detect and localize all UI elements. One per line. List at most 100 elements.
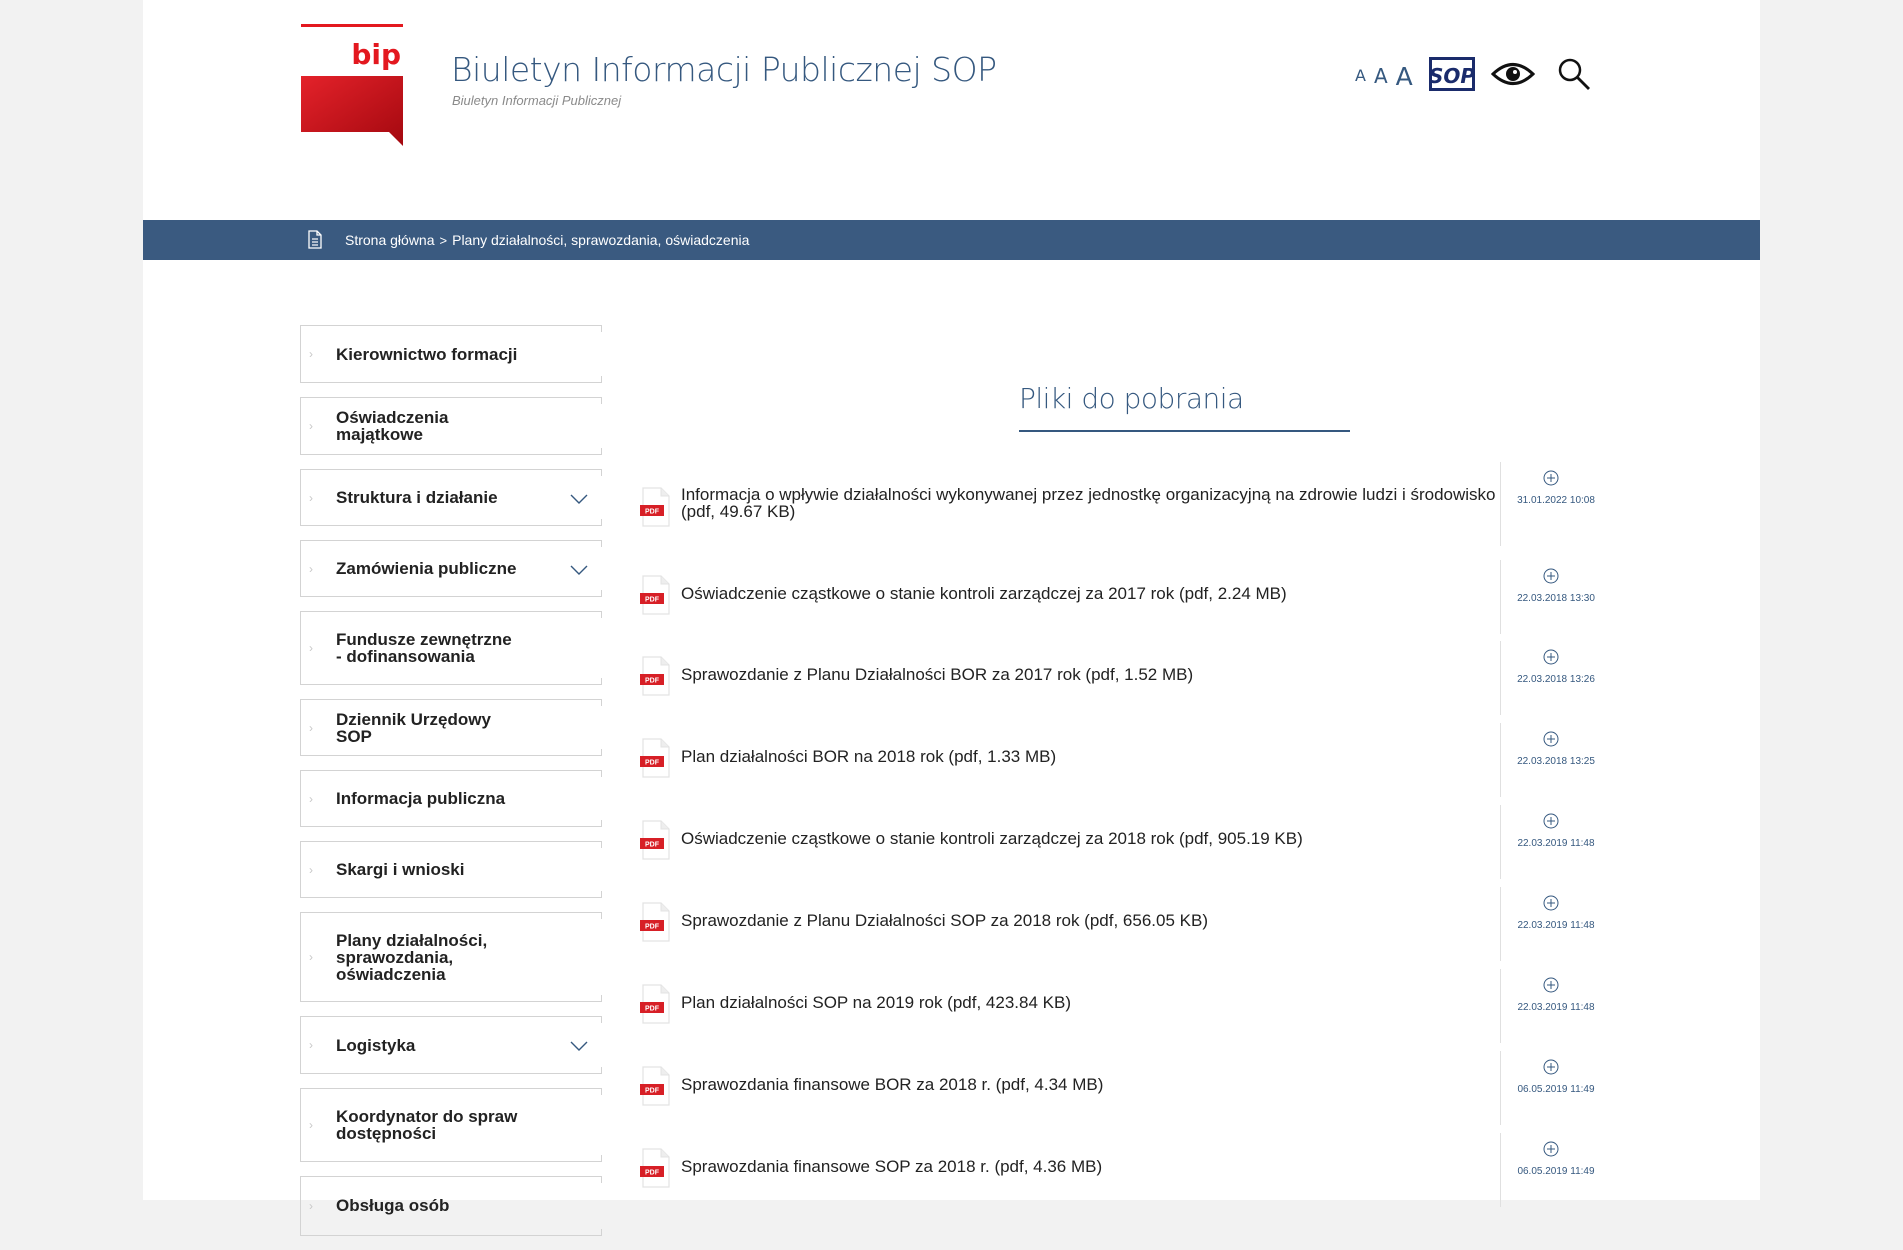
sidebar-item-informacja[interactable]: › Informacja publiczna — [300, 770, 602, 827]
chevron-right-icon: › — [309, 950, 313, 964]
sidebar-item-kierownictwo[interactable]: › Kierownictwo formacji — [300, 325, 602, 383]
pdf-file-icon[interactable]: PDF — [639, 1066, 671, 1111]
file-date: 22.03.2018 13:30 — [1517, 593, 1595, 604]
row-divider — [1500, 560, 1501, 634]
pdf-badge-text: PDF — [645, 924, 660, 931]
chevron-right-icon: › — [309, 490, 313, 505]
breadcrumb: Strona główna > Plany działalności, spra… — [345, 220, 749, 260]
expand-plus-icon[interactable] — [1543, 977, 1559, 998]
sidebar-item-dziennik[interactable]: › Dziennik Urzędowy SOP — [300, 699, 602, 756]
chevron-right-icon: › — [309, 561, 313, 576]
page: bip Biuletyn Informacji Publicznej SOP B… — [143, 0, 1760, 1236]
row-divider — [1500, 1133, 1501, 1207]
sidebar-item-label: Zamówienia publiczne — [336, 559, 517, 578]
sidebar-item-oswiadczenia[interactable]: › Oświadczenia majątkowe — [300, 397, 602, 455]
file-name-link[interactable]: Informacja o wpływie działalności wykony… — [681, 486, 1511, 520]
search-icon[interactable] — [1557, 57, 1591, 96]
breadcrumb-separator: > — [439, 232, 448, 248]
file-name-link[interactable]: Sprawozdania finansowe BOR za 2018 r. (p… — [681, 1076, 1511, 1093]
sidebar-item-obsluga[interactable]: › Obsługa osób — [300, 1176, 602, 1236]
row-divider — [1500, 887, 1501, 961]
pdf-file-icon[interactable]: PDF — [639, 1148, 671, 1193]
row-divider — [1500, 462, 1501, 546]
sidebar-item-label: Informacja publiczna — [336, 789, 506, 808]
heading-underline — [1019, 430, 1350, 432]
sidebar-menu: › Kierownictwo formacji › Oświadczenia m… — [300, 325, 602, 1250]
file-date: 06.05.2019 11:49 — [1517, 1084, 1595, 1095]
chevron-right-icon: › — [309, 1199, 313, 1213]
row-divider — [1500, 805, 1501, 879]
file-name-link[interactable]: Sprawozdania finansowe SOP za 2018 r. (p… — [681, 1158, 1511, 1175]
sidebar-item-plany[interactable]: › Plany działalności, sprawozdania, oświ… — [300, 912, 602, 1002]
sidebar-item-label: Logistyka — [336, 1035, 416, 1055]
pdf-badge-text: PDF — [645, 1088, 660, 1095]
sidebar-item-logistyka[interactable]: › Logistyka — [300, 1016, 602, 1074]
file-name-link[interactable]: Oświadczenie cząstkowe o stanie kontroli… — [681, 830, 1511, 847]
pdf-badge-text: PDF — [645, 597, 660, 604]
document-icon — [308, 230, 322, 254]
pdf-file-icon[interactable]: PDF — [639, 984, 671, 1029]
pdf-badge-text: PDF — [645, 509, 660, 516]
site-subtitle: Biuletyn Informacji Publicznej — [452, 93, 622, 108]
site-title[interactable]: Biuletyn Informacji Publicznej SOP — [451, 50, 997, 89]
sidebar-item-skargi[interactable]: › Skargi i wnioski — [300, 841, 602, 898]
sidebar-item-zamowienia[interactable]: › Zamówienia publiczne — [300, 540, 602, 597]
chevron-down-icon[interactable] — [570, 492, 588, 510]
chevron-right-icon: › — [309, 1118, 313, 1132]
expand-plus-icon[interactable] — [1543, 568, 1559, 589]
sidebar-item-label: Skargi i wnioski — [336, 860, 465, 879]
pdf-file-icon[interactable]: PDF — [639, 738, 671, 783]
row-divider — [1500, 723, 1501, 797]
pdf-file-icon[interactable]: PDF — [639, 820, 671, 865]
expand-plus-icon[interactable] — [1543, 649, 1559, 670]
file-name-link[interactable]: Sprawozdanie z Planu Działalności SOP za… — [681, 912, 1511, 929]
pdf-file-icon[interactable]: PDF — [639, 575, 671, 620]
chevron-down-icon[interactable] — [570, 563, 588, 581]
file-date: 22.03.2019 11:48 — [1517, 920, 1595, 931]
sidebar-item-fundusze[interactable]: › Fundusze zewnętrzne - dofinansowania — [300, 611, 602, 685]
file-name-link[interactable]: Plan działalności BOR na 2018 rok (pdf, … — [681, 748, 1511, 765]
expand-plus-icon[interactable] — [1543, 731, 1559, 752]
bip-logo[interactable]: bip — [301, 24, 403, 146]
expand-plus-icon[interactable] — [1543, 813, 1559, 834]
chevron-right-icon: › — [309, 641, 313, 655]
sop-logo-text: SOP — [1429, 64, 1475, 88]
sidebar-item-label: Kierownictwo formacji — [336, 344, 518, 364]
file-date: 22.03.2019 11:48 — [1517, 1002, 1595, 1013]
row-divider — [1500, 969, 1501, 1043]
sop-logo-icon[interactable]: SOP — [1429, 56, 1475, 96]
font-size-small-button[interactable]: A — [1355, 68, 1366, 84]
header-tools: A A A SOP — [1355, 56, 1591, 96]
bip-logo-text: bip — [351, 38, 401, 71]
pdf-file-icon[interactable]: PDF — [639, 656, 671, 701]
breadcrumb-home-link[interactable]: Strona główna — [345, 232, 435, 248]
pdf-badge-text: PDF — [645, 1006, 660, 1013]
chevron-right-icon: › — [309, 720, 313, 735]
file-date: 31.01.2022 10:08 — [1517, 495, 1595, 506]
font-size-medium-button[interactable]: A — [1374, 66, 1388, 86]
breadcrumb-bar: Strona główna > Plany działalności, spra… — [143, 220, 1760, 260]
file-date: 06.05.2019 11:49 — [1517, 1166, 1595, 1177]
expand-plus-icon[interactable] — [1543, 470, 1559, 491]
expand-plus-icon[interactable] — [1543, 895, 1559, 916]
row-divider — [1500, 641, 1501, 715]
file-name-link[interactable]: Oświadczenie cząstkowe o stanie kontroli… — [681, 585, 1511, 602]
pdf-file-icon[interactable]: PDF — [639, 902, 671, 947]
expand-plus-icon[interactable] — [1543, 1059, 1559, 1080]
eye-icon[interactable] — [1490, 59, 1535, 94]
chevron-down-icon[interactable] — [570, 1039, 588, 1057]
sidebar-item-label: Dziennik Urzędowy SOP — [336, 709, 491, 746]
expand-plus-icon[interactable] — [1543, 1141, 1559, 1162]
sidebar-item-struktura[interactable]: › Struktura i działanie — [300, 469, 602, 526]
file-name-link[interactable]: Sprawozdanie z Planu Działalności BOR za… — [681, 666, 1511, 683]
pdf-file-icon[interactable]: PDF — [639, 487, 671, 532]
font-size-large-button[interactable]: A — [1396, 64, 1413, 89]
sidebar-item-label: Struktura i działanie — [336, 488, 498, 507]
sidebar-item-koordynator[interactable]: › Koordynator do spraw dostępności — [300, 1088, 602, 1162]
pdf-badge-text: PDF — [645, 842, 660, 849]
chevron-right-icon: › — [309, 1038, 313, 1052]
pdf-badge-text: PDF — [645, 678, 660, 685]
file-name-link[interactable]: Plan działalności SOP na 2019 rok (pdf, … — [681, 994, 1511, 1011]
sidebar-item-label: Koordynator do spraw dostępności — [336, 1107, 518, 1143]
chevron-right-icon: › — [309, 419, 313, 433]
